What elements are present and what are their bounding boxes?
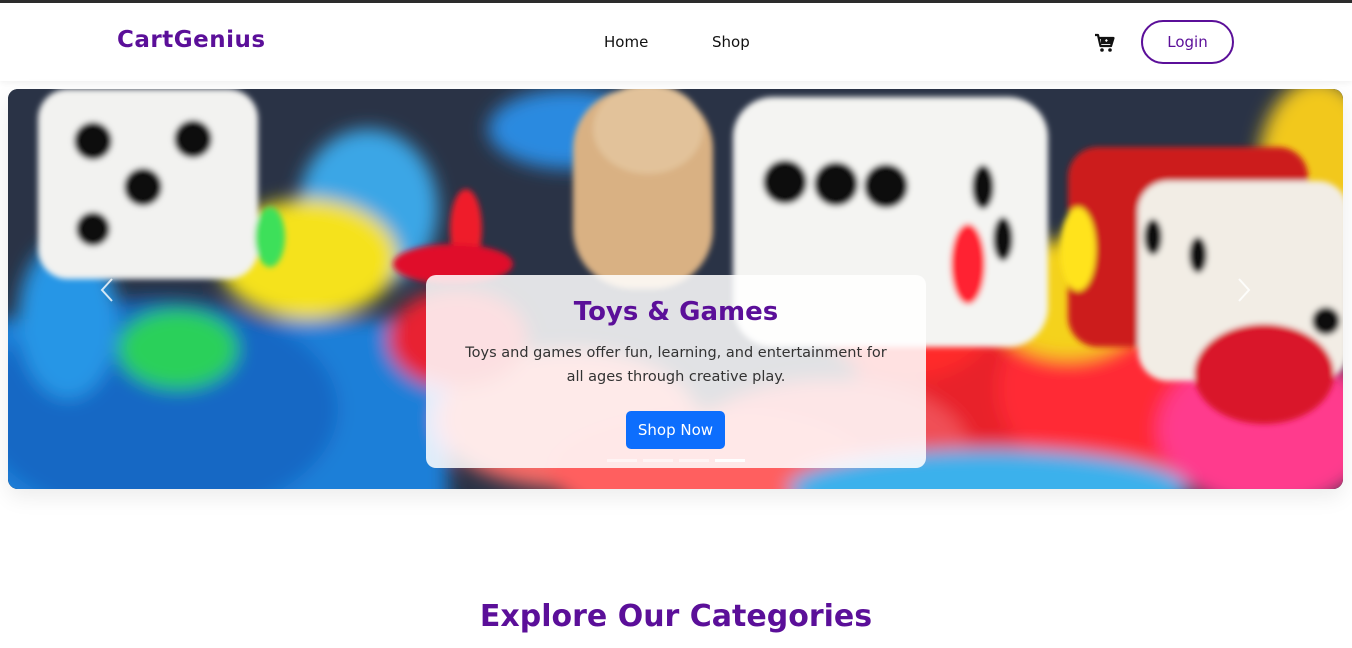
carousel-prev-icon[interactable] [96,277,120,303]
brand-logo[interactable]: CartGenius [117,27,266,53]
carousel-indicator-1[interactable] [607,459,637,462]
carousel-indicator-4-active[interactable] [715,459,745,462]
hero-carousel: Toys & Games Toys and games offer fun, l… [8,89,1343,489]
hero-title: Toys & Games [573,297,779,327]
nav-link-shop[interactable]: Shop [712,33,750,51]
categories-section-title: Explore Our Categories [479,599,873,634]
nav-link-home[interactable]: Home [604,33,648,51]
hero-description: Toys and games offer fun, learning, and … [465,345,887,385]
carousel-indicators [607,459,747,463]
cart-icon[interactable] [1094,32,1116,54]
carousel-indicator-3[interactable] [679,459,709,462]
carousel-indicator-2[interactable] [643,459,673,462]
shop-now-button[interactable]: Shop Now [626,411,725,449]
carousel-next-icon[interactable] [1231,277,1255,303]
navbar: CartGenius Home Shop Login [0,3,1352,81]
login-button[interactable]: Login [1141,20,1234,64]
hero-caption: Toys & Games Toys and games offer fun, l… [426,275,926,468]
